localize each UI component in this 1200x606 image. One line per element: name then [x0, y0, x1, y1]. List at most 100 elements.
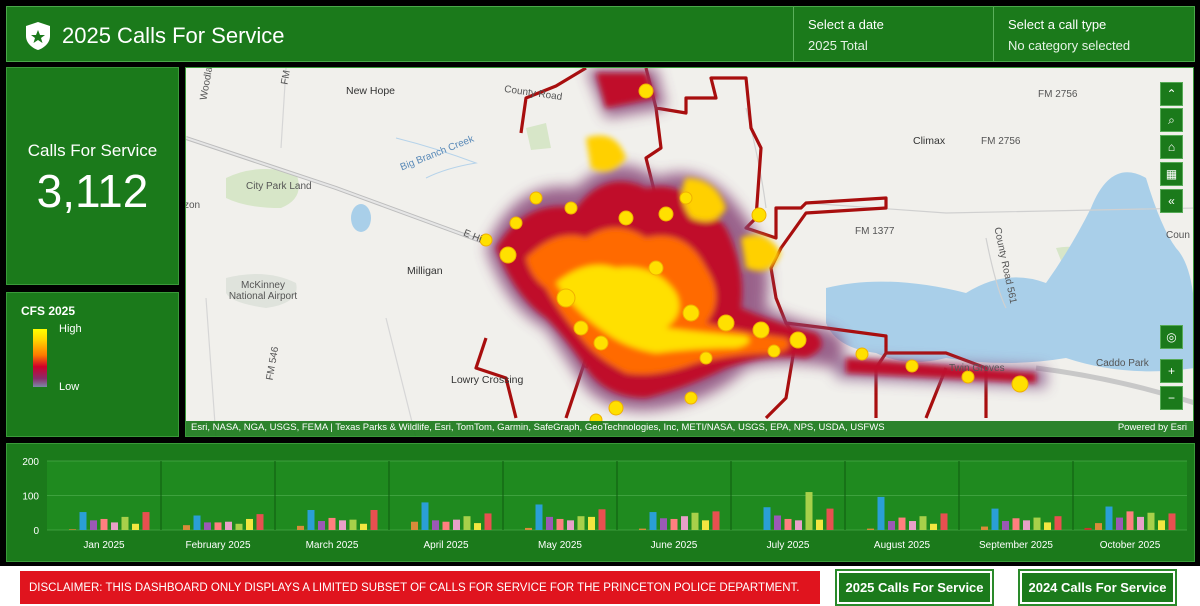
map-label-city-park-land: City Park Land — [246, 181, 312, 192]
chart-bar — [919, 516, 927, 530]
chart-bar — [1044, 522, 1051, 530]
chart-bar — [1168, 513, 1176, 530]
chart-bar — [795, 520, 802, 530]
chart-bar — [370, 509, 378, 530]
chart-bar — [826, 508, 834, 530]
chart-bar — [318, 521, 325, 530]
chart-bar — [588, 516, 595, 530]
monthly-calls-chart: 0 100 200 Jan 2025 February 2025 March 2025 Ap… — [6, 443, 1195, 562]
chart-bar — [111, 522, 118, 530]
collapse-icon[interactable]: « — [1160, 189, 1183, 213]
2025-calls-button[interactable]: 2025 Calls For Service — [835, 569, 994, 606]
chart-bar — [991, 508, 999, 530]
locate-icon[interactable]: ◎ — [1160, 325, 1183, 349]
disclaimer-banner: DISCLAIMER: THIS DASHBOARD ONLY DISPLAYS… — [20, 571, 820, 604]
chart-bar — [639, 528, 646, 530]
chart-bar — [702, 520, 709, 530]
chart-y-tick-label: 100 — [22, 492, 39, 503]
chart-bar — [867, 528, 874, 530]
attribution-text: Esri, NASA, NGA, USGS, FEMA | Texas Park… — [191, 422, 885, 433]
chart-bar — [432, 520, 439, 530]
chart-bar — [1147, 512, 1155, 530]
date-selector-value: 2025 Total — [808, 38, 868, 53]
zoom-in-icon[interactable]: + — [1160, 359, 1183, 383]
chart-bar — [1105, 506, 1113, 530]
chart-bar — [79, 512, 87, 530]
search-icon[interactable]: ⌕ — [1160, 108, 1183, 132]
chart-x-tick-label: March 2025 — [306, 540, 359, 551]
chart-bar — [816, 519, 823, 530]
map-label-mckinney-airport: McKinney National Airport — [228, 280, 298, 302]
legend-title: CFS 2025 — [21, 304, 76, 318]
chart-x-tick-label: May 2025 — [538, 540, 582, 551]
chart-bar — [453, 519, 460, 530]
map-legend: CFS 2025 High Low — [6, 292, 179, 437]
chart-x-tick-label: July 2025 — [767, 540, 810, 551]
call-type-selector[interactable]: Select a call type No category selected — [993, 7, 1195, 61]
chart-bar — [567, 520, 574, 530]
chart-bar — [421, 502, 429, 530]
chart-bar — [681, 516, 688, 530]
chart-x-tick-label: Jan 2025 — [83, 540, 125, 551]
chart-svg: 0 100 200 Jan 2025 February 2025 March 2025 Ap… — [22, 457, 1187, 551]
page-title: 2025 Calls For Service — [62, 23, 285, 48]
2024-calls-button[interactable]: 2024 Calls For Service — [1018, 569, 1177, 606]
chart-bar — [349, 519, 357, 530]
chart-bar — [1084, 527, 1092, 530]
heat-map[interactable]: New Hope Climax City Park Land Milligan … — [185, 67, 1194, 437]
chart-bar — [1158, 520, 1165, 530]
chart-bar — [90, 520, 97, 530]
chart-bar — [183, 525, 190, 530]
date-selector-label: Select a date — [808, 17, 884, 32]
map-label-fm-2756-b: FM 2756 — [981, 136, 1021, 147]
chart-bar — [577, 516, 585, 530]
home-icon[interactable]: ⌂ — [1160, 135, 1183, 159]
kpi-value: 3,112 — [36, 165, 149, 217]
chart-bar — [649, 512, 657, 530]
legend-low-label: Low — [59, 381, 80, 393]
chart-y-tick-label: 200 — [22, 457, 39, 468]
heat-gradient-swatch — [33, 329, 47, 387]
chart-bar — [774, 515, 781, 530]
chart-bar — [535, 504, 543, 530]
kpi-card: Calls For Service 3,112 — [6, 67, 179, 285]
chart-bar — [888, 521, 895, 530]
chart-bar — [132, 523, 139, 530]
powered-by-esri[interactable]: Powered by Esri — [1118, 422, 1187, 433]
map-label-coun: Coun — [1166, 230, 1190, 241]
map-label-milligan: Milligan — [407, 265, 443, 277]
chart-bar — [940, 513, 948, 530]
expand-icon[interactable]: ⌃ — [1160, 82, 1183, 106]
qr-icon[interactable]: ▦ — [1160, 162, 1183, 186]
chart-bar — [1095, 523, 1102, 530]
map-label-caddo-park: Caddo Park — [1096, 358, 1149, 369]
chart-bar — [246, 518, 253, 530]
chart-bar — [784, 518, 792, 530]
zoom-out-icon[interactable]: − — [1160, 386, 1183, 410]
chart-x-tick-label: September 2025 — [979, 540, 1053, 551]
chart-bar — [360, 523, 367, 530]
shield-star-icon — [26, 22, 50, 50]
chart-bar — [339, 520, 346, 530]
chart-bar — [474, 523, 481, 530]
chart-bar — [1137, 516, 1144, 530]
chart-bar — [763, 507, 771, 530]
chart-bar — [463, 516, 471, 530]
chart-bar — [69, 529, 76, 530]
chart-bar — [1116, 517, 1123, 530]
chart-bar — [670, 518, 678, 530]
chart-y-tick-label: 0 — [33, 526, 39, 537]
call-type-selector-label: Select a call type — [1008, 17, 1107, 32]
chart-bar — [660, 518, 667, 530]
chart-bar — [1126, 511, 1134, 530]
legend-high-label: High — [59, 323, 82, 335]
chart-bar — [235, 523, 243, 530]
chart-x-tick-label: February 2025 — [185, 540, 250, 551]
chart-bar — [1054, 516, 1062, 530]
kpi-label: Calls For Service — [27, 141, 158, 160]
chart-bar — [556, 518, 564, 530]
map-label-fm-2756-a: FM 2756 — [1038, 89, 1078, 100]
date-selector[interactable]: Select a date 2025 Total — [793, 7, 993, 61]
map-label-twin-groves: Twin Groves — [949, 363, 1005, 374]
dashboard-header: 2025 Calls For Service Select a date 202… — [6, 6, 1195, 62]
